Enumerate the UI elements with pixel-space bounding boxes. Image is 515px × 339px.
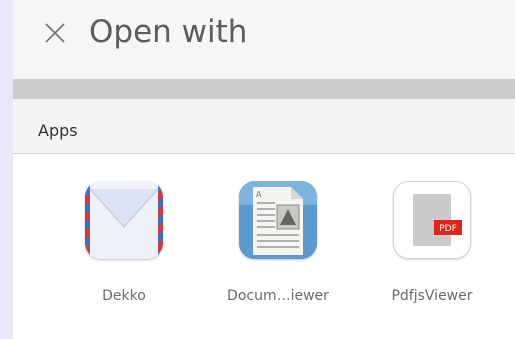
- dekko-mail-icon: [85, 181, 163, 259]
- close-icon[interactable]: [43, 21, 67, 45]
- pdf-badge-text: PDF: [439, 224, 457, 234]
- dialog-header: Open with: [13, 0, 515, 79]
- app-label: Docum…iewer: [227, 288, 329, 304]
- app-pdfjs-viewer[interactable]: PDF PdfjsViewer: [370, 181, 494, 311]
- header-divider: [13, 79, 515, 99]
- pdf-viewer-icon: PDF: [393, 181, 471, 259]
- app-dekko[interactable]: Dekko: [62, 181, 186, 311]
- apps-section-header: Apps: [13, 99, 515, 154]
- dialog-title: Open with: [89, 14, 248, 50]
- app-document-viewer[interactable]: A Docum…iewer: [216, 181, 340, 311]
- section-label: Apps: [38, 121, 78, 140]
- app-label: Dekko: [102, 288, 146, 304]
- document-viewer-icon: A: [239, 181, 317, 259]
- svg-text:A: A: [256, 190, 262, 199]
- open-with-dialog: Open with Apps Dekko A Docum…iewer PDF P…: [13, 0, 515, 339]
- app-label: PdfjsViewer: [391, 288, 473, 304]
